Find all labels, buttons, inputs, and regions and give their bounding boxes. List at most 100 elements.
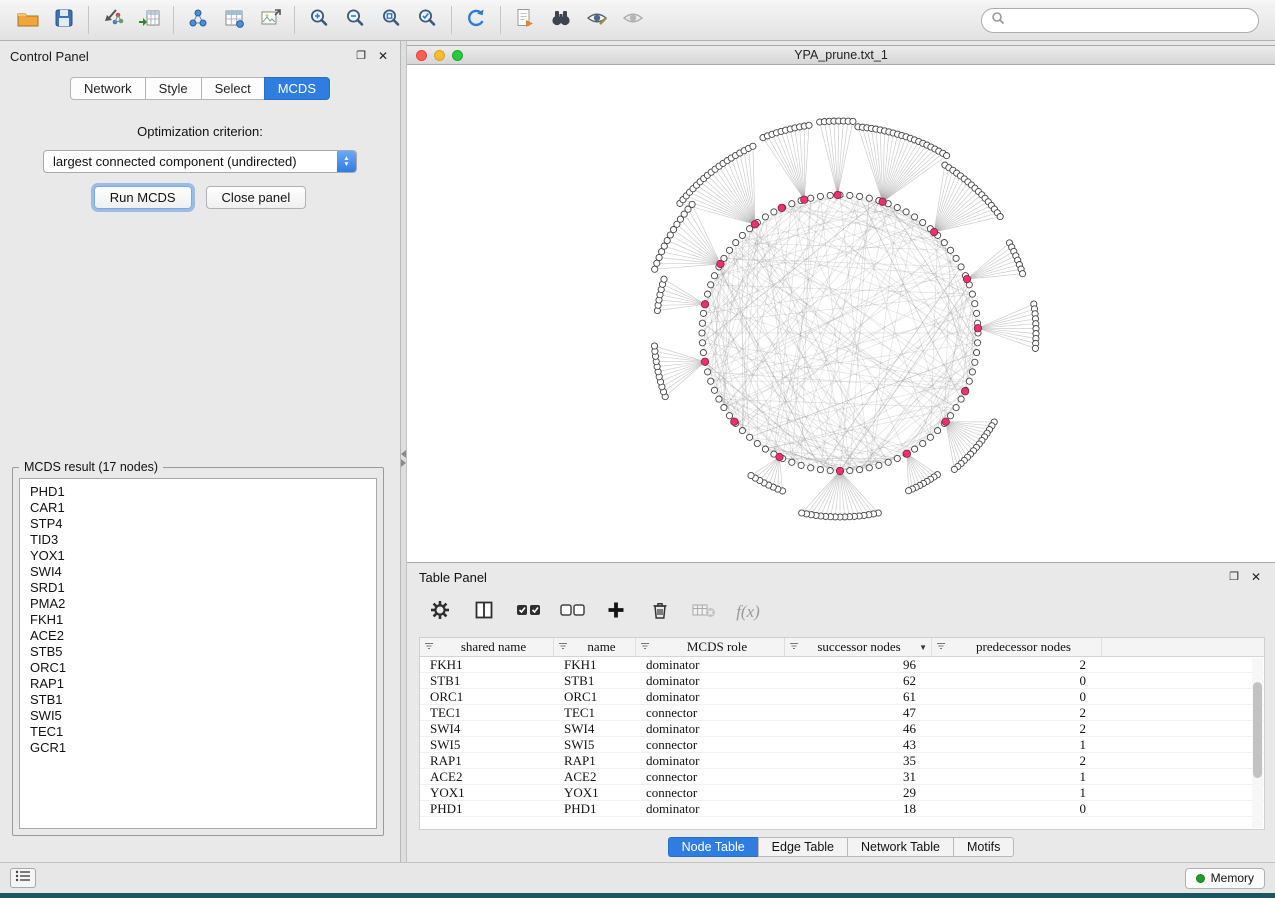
save-session-button[interactable] [46,4,82,36]
search-input[interactable] [1011,12,1249,28]
column-header-predecessor-nodes[interactable]: predecessor nodes [932,638,1102,656]
network-titlebar[interactable]: YPA_prune.txt_1 [407,46,1275,65]
mcds-result-item[interactable]: TID3 [30,532,366,548]
deselect-all-button[interactable] [555,595,589,629]
column-header-shared-name[interactable]: shared name [420,638,554,656]
mcds-result-item[interactable]: FKH1 [30,612,366,628]
cell: 96 [785,657,932,672]
table-row[interactable]: STB1STB1dominator620 [420,673,1264,689]
search-network-button[interactable] [543,4,579,36]
table-panel: Table Panel ❐ ✕ [407,565,1275,862]
table-settings-button[interactable] [423,595,457,629]
toolbar-separator [451,6,452,34]
table-tab-edge-table[interactable]: Edge Table [758,837,847,857]
import-table-button[interactable] [131,4,167,36]
new-network-button[interactable] [180,4,216,36]
mcds-result-item[interactable]: CAR1 [30,500,366,516]
add-column-button[interactable] [599,595,633,629]
column-header-name[interactable]: name [554,638,636,656]
preview-button[interactable] [615,4,651,36]
chevron-up-down-icon: ▲▼ [337,151,356,172]
mcds-result-item[interactable]: YOX1 [30,548,366,564]
memory-button[interactable]: Memory [1185,868,1265,889]
mcds-result-item[interactable]: PHD1 [30,484,366,500]
refresh-layout-button[interactable] [458,4,494,36]
mcds-result-item[interactable]: SRD1 [30,580,366,596]
table-tab-motifs[interactable]: Motifs [953,837,1014,857]
toolbar-separator [88,6,89,34]
mcds-result-item[interactable]: STB1 [30,692,366,708]
cell: SWI4 [420,721,554,736]
table-row[interactable]: FKH1FKH1dominator962 [420,657,1264,673]
float-table-panel-icon[interactable]: ❐ [1227,570,1241,584]
eye-icon [621,7,645,34]
cell: connector [636,769,785,784]
table-row[interactable]: ORC1ORC1dominator610 [420,689,1264,705]
control-tab-network[interactable]: Network [70,77,145,100]
table-tab-network-table[interactable]: Network Table [847,837,953,857]
mcds-result-item[interactable]: ORC1 [30,660,366,676]
export-document-button[interactable] [507,4,543,36]
run-mcds-button[interactable]: Run MCDS [94,186,192,209]
zoom-out-button[interactable] [337,4,373,36]
column-header-mcds-role[interactable]: MCDS role [636,638,785,656]
criterion-select[interactable]: largest connected component (undirected)… [43,150,357,173]
open-file-button[interactable] [10,4,46,36]
table-row[interactable]: PHD1PHD1dominator180 [420,801,1264,817]
export-image-button[interactable] [252,4,288,36]
import-network-icon [101,7,125,34]
mcds-result-item[interactable]: SWI4 [30,564,366,580]
control-tab-select[interactable]: Select [201,77,264,100]
show-columns-button[interactable] [467,595,501,629]
list-icon [15,869,31,887]
show-hide-panel-button[interactable] [579,4,615,36]
column-sort-icon [789,639,799,655]
table-tab-node-table[interactable]: Node Table [668,837,758,857]
scrollbar-thumb[interactable] [1253,682,1262,778]
mcds-result-item[interactable]: PMA2 [30,596,366,612]
mcds-result-item[interactable]: RAP1 [30,676,366,692]
delete-column-button[interactable] [643,595,677,629]
delete-table-button[interactable] [687,595,721,629]
function-builder-button[interactable]: f(x) [731,595,765,629]
float-panel-icon[interactable]: ❐ [354,49,368,63]
network-table-button[interactable] [216,4,252,36]
control-tab-style[interactable]: Style [145,77,201,100]
mcds-result-item[interactable]: SWI5 [30,708,366,724]
deselect-all-icon [559,599,586,626]
control-tab-mcds[interactable]: MCDS [264,77,330,100]
table-row[interactable]: YOX1YOX1connector291 [420,785,1264,801]
toolbar-separator [500,6,501,34]
zoom-in-icon [308,7,330,34]
table-row[interactable]: TEC1TEC1connector472 [420,705,1264,721]
table-row[interactable]: RAP1RAP1dominator352 [420,753,1264,769]
table-row[interactable]: SWI5SWI5connector431 [420,737,1264,753]
zoom-in-button[interactable] [301,4,337,36]
column-header-successor-nodes[interactable]: successor nodes▼ [785,638,932,656]
table-row[interactable]: ACE2ACE2connector311 [420,769,1264,785]
zoom-fit-button[interactable] [373,4,409,36]
mcds-result-item[interactable]: GCR1 [30,740,366,756]
control-tabs: NetworkStyleSelectMCDS [0,77,400,100]
mcds-result-item[interactable]: STB5 [30,644,366,660]
mcds-result-item[interactable]: TEC1 [30,724,366,740]
import-table-icon [137,7,161,34]
global-search[interactable] [981,8,1259,33]
close-table-panel-icon[interactable]: ✕ [1249,570,1263,584]
import-network-button[interactable] [95,4,131,36]
task-history-button[interactable] [10,868,36,888]
cell: YOX1 [554,785,636,800]
zoom-selected-button[interactable] [409,4,445,36]
close-panel-button[interactable]: Close panel [206,186,307,209]
cell: 2 [932,657,1102,672]
table-row[interactable]: SWI4SWI4dominator462 [420,721,1264,737]
mcds-result-list[interactable]: PHD1CAR1STP4TID3YOX1SWI4SRD1PMA2FKH1ACE2… [19,478,377,829]
eye-edit-icon [585,7,609,34]
table-scrollbar[interactable] [1252,658,1263,828]
close-panel-icon[interactable]: ✕ [376,49,390,63]
mcds-result-item[interactable]: STP4 [30,516,366,532]
select-all-button[interactable] [511,595,545,629]
mcds-result-item[interactable]: ACE2 [30,628,366,644]
control-panel: Control Panel ❐ ✕ NetworkStyleSelectMCDS… [0,41,401,862]
network-canvas[interactable] [407,65,1275,562]
